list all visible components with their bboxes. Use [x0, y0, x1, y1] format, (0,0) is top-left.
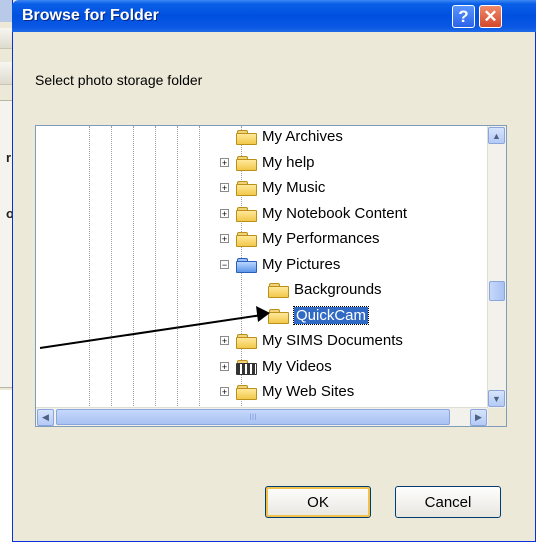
- horizontal-scroll-thumb[interactable]: III: [56, 409, 450, 425]
- chevron-up-icon: ▲: [492, 130, 501, 141]
- tree-item-label: My SIMS Documents: [262, 332, 403, 349]
- tree-item[interactable]: + My Notebook Content: [36, 201, 472, 227]
- close-button[interactable]: ✕: [479, 5, 502, 28]
- tree-item-label: My help: [262, 153, 315, 171]
- folder-icon: [236, 180, 258, 196]
- grip-icon: III: [249, 412, 257, 422]
- collapse-icon[interactable]: −: [220, 259, 229, 269]
- folder-icon: [236, 129, 258, 145]
- scrollbar-corner: [488, 408, 506, 426]
- browse-for-folder-dialog: Browse for Folder ? ✕ Select photo stora…: [12, 0, 536, 542]
- pictures-folder-icon: [236, 257, 258, 273]
- cancel-button[interactable]: Cancel: [395, 486, 501, 518]
- tree-item-label: QuickCam: [292, 305, 370, 325]
- dialog-prompt: Select photo storage folder: [35, 72, 203, 88]
- horizontal-scrollbar[interactable]: ◀ III ▶: [36, 407, 488, 426]
- tree-item[interactable]: + My Videos: [36, 354, 472, 380]
- expand-icon[interactable]: +: [220, 336, 229, 346]
- tree-item-label: My Performances: [262, 230, 380, 247]
- ok-button[interactable]: OK: [265, 486, 371, 518]
- dialog-titlebar[interactable]: Browse for Folder ? ✕: [12, 0, 536, 32]
- tree-item[interactable]: Backgrounds: [36, 277, 472, 303]
- scroll-right-button[interactable]: ▶: [470, 409, 487, 426]
- folder-icon: [268, 308, 290, 324]
- folder-icon: [236, 333, 258, 349]
- folder-icon: [236, 206, 258, 222]
- tree-item-label: My Music: [262, 179, 326, 196]
- folder-icon: [236, 231, 258, 247]
- chevron-down-icon: ▼: [492, 393, 501, 404]
- tree-item-label: My Web Sites: [262, 383, 355, 400]
- expand-icon[interactable]: +: [220, 208, 229, 218]
- scroll-left-button[interactable]: ◀: [37, 409, 54, 426]
- close-icon: ✕: [483, 6, 498, 26]
- tree-item[interactable]: + My Music: [36, 175, 472, 201]
- vertical-scroll-thumb[interactable]: [489, 281, 505, 301]
- expand-icon[interactable]: +: [220, 183, 229, 193]
- tree-item[interactable]: My Archives: [36, 124, 472, 150]
- tree-item[interactable]: QuickCam: [36, 303, 472, 329]
- videos-folder-icon: [236, 359, 258, 375]
- chevron-right-icon: ▶: [475, 412, 482, 422]
- tree-item[interactable]: − My Pictures: [36, 252, 472, 278]
- tree-item-label: My Pictures: [262, 255, 341, 273]
- help-button[interactable]: ?: [452, 5, 475, 28]
- folder-tree-view[interactable]: My Archives + My help + My Music + My Notebook…: [35, 125, 507, 427]
- tree-item[interactable]: + My help: [36, 150, 472, 176]
- tree-item-label: My Notebook Content: [262, 204, 408, 222]
- vertical-scrollbar[interactable]: ▲ ▼: [487, 126, 506, 408]
- expand-icon[interactable]: +: [220, 157, 229, 167]
- dialog-title: Browse for Folder: [22, 7, 159, 24]
- help-icon: ?: [458, 6, 469, 26]
- folder-icon: [236, 155, 258, 171]
- folder-icon: [268, 282, 290, 298]
- expand-icon[interactable]: +: [220, 387, 229, 397]
- folder-icon: [236, 384, 258, 400]
- tree-item-label: Backgrounds: [294, 281, 382, 298]
- expand-icon[interactable]: +: [220, 234, 229, 244]
- scroll-down-button[interactable]: ▼: [488, 390, 505, 407]
- tree-item-label: My Archives: [262, 128, 343, 145]
- scroll-up-button[interactable]: ▲: [488, 127, 505, 144]
- tree-item[interactable]: + My Performances: [36, 226, 472, 252]
- expand-icon[interactable]: +: [220, 361, 229, 371]
- tree-item[interactable]: + My SIMS Documents: [36, 328, 472, 354]
- chevron-left-icon: ◀: [42, 412, 49, 422]
- tree-item[interactable]: + My Web Sites: [36, 379, 472, 405]
- tree-item-label: My Videos: [262, 357, 332, 375]
